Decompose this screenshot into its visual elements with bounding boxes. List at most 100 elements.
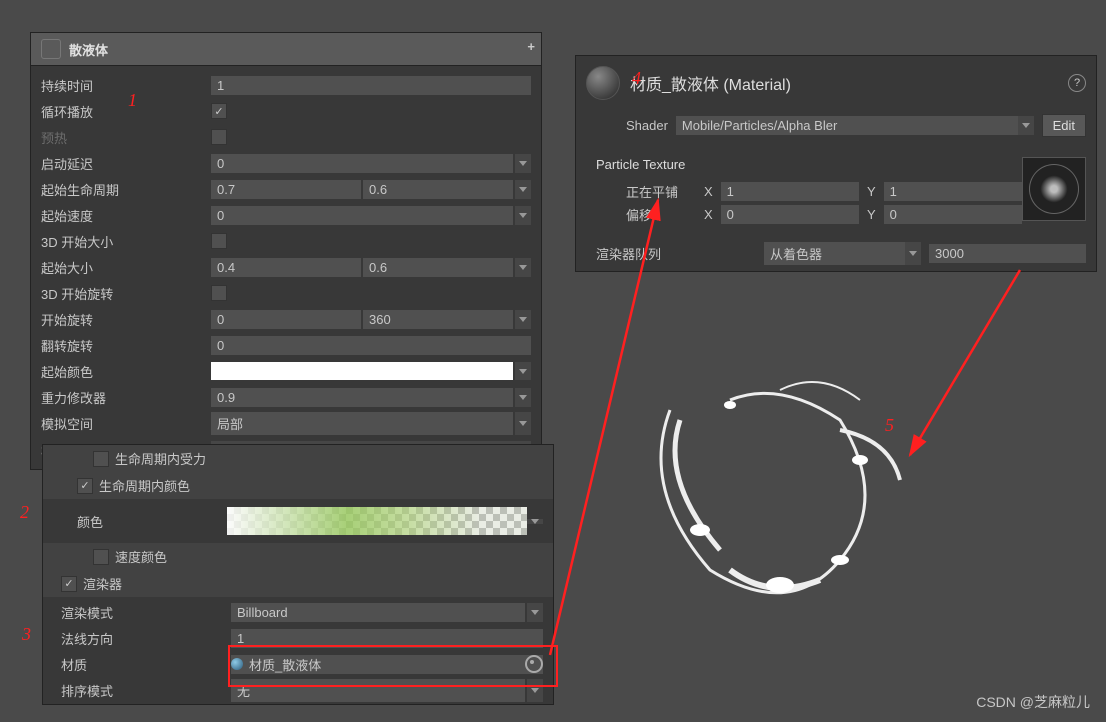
- row-loop: 循环播放: [31, 98, 541, 124]
- gradient-editor[interactable]: [227, 507, 527, 535]
- field-lifetime-a[interactable]: 0.7: [211, 180, 361, 199]
- checkbox-prewarm: [211, 129, 227, 145]
- help-icon[interactable]: ?: [1068, 74, 1086, 92]
- label-normal: 法线方向: [61, 629, 231, 648]
- label-size3d: 3D 开始大小: [41, 232, 211, 251]
- dropdown-arrow-icon[interactable]: [515, 154, 531, 173]
- dropdown-arrow-icon[interactable]: [515, 412, 531, 435]
- field-off-y[interactable]: 0: [884, 205, 1022, 224]
- shader-row: Shader Mobile/Particles/Alpha Bler Edit: [576, 110, 1096, 147]
- panel-header[interactable]: 散液体 +: [31, 33, 541, 66]
- material-header[interactable]: 材质_散液体 (Material) ?: [576, 56, 1096, 110]
- field-duration[interactable]: 1: [211, 76, 531, 95]
- large-texture-preview: [580, 330, 960, 630]
- row-gradient: 颜色: [43, 499, 553, 543]
- label-material: 材质: [61, 655, 231, 674]
- section-color-over-life[interactable]: 生命周期内颜色: [43, 472, 553, 499]
- material-panel: 材质_散液体 (Material) ? Shader Mobile/Partic…: [575, 55, 1097, 272]
- particle-panel: 散液体 + 持续时间 1 循环播放 预热 启动延迟 0 起始生命周期 0.7 0…: [30, 32, 542, 470]
- field-tile-y[interactable]: 1: [884, 182, 1022, 201]
- dropdown-arrow-icon[interactable]: [905, 242, 921, 265]
- checkbox-force[interactable]: [93, 451, 109, 467]
- dropdown-arrow-icon[interactable]: [515, 180, 531, 199]
- label-lifetime: 起始生命周期: [41, 180, 211, 199]
- checkbox-rot3d[interactable]: [211, 285, 227, 301]
- section-color-by-speed[interactable]: 速度颜色: [43, 543, 553, 570]
- dropdown-arrow-icon[interactable]: [527, 603, 543, 622]
- dropdown-arrow-icon[interactable]: [515, 362, 531, 380]
- dropdown-arrow-icon[interactable]: [527, 519, 543, 524]
- field-material[interactable]: 材质_散液体: [231, 655, 543, 674]
- label-delay: 启动延迟: [41, 154, 211, 173]
- material-preview-icon: [586, 66, 620, 100]
- section-speedcolor-label: 速度颜色: [115, 547, 167, 566]
- field-rendermode[interactable]: Billboard: [231, 603, 525, 622]
- row-size3d: 3D 开始大小: [31, 228, 541, 254]
- row-rendermode: 渲染模式 Billboard: [43, 599, 553, 625]
- dropdown-arrow-icon[interactable]: [527, 679, 543, 702]
- shader-dropdown[interactable]: Mobile/Particles/Alpha Bler: [676, 116, 1034, 135]
- field-sort[interactable]: 无: [231, 679, 525, 702]
- field-size-b[interactable]: 0.6: [363, 258, 513, 277]
- field-lifetime-b[interactable]: 0.6: [363, 180, 513, 199]
- dropdown-arrow-icon[interactable]: [1018, 116, 1034, 135]
- dropdown-arrow-icon[interactable]: [515, 310, 531, 329]
- field-simspace[interactable]: 局部: [211, 412, 513, 435]
- label-flip: 翻转旋转: [41, 336, 211, 355]
- texture-section-label: Particle Texture: [596, 157, 1022, 172]
- checkbox-size3d[interactable]: [211, 233, 227, 249]
- dropdown-arrow-icon[interactable]: [515, 206, 531, 225]
- section-renderer[interactable]: 渲染器: [43, 570, 553, 597]
- label-duration: 持续时间: [41, 76, 211, 95]
- material-icon: [231, 658, 243, 670]
- edit-button[interactable]: Edit: [1042, 114, 1086, 137]
- label-size: 起始大小: [41, 258, 211, 277]
- texture-thumbnail[interactable]: [1022, 157, 1086, 221]
- shader-label: Shader: [626, 118, 668, 133]
- row-delay: 启动延迟 0: [31, 150, 541, 176]
- section-force[interactable]: 生命周期内受力: [43, 445, 553, 472]
- label-loop: 循环播放: [41, 102, 211, 121]
- particle-icon: [41, 39, 61, 59]
- field-normal[interactable]: 1: [231, 629, 543, 648]
- label-color: 起始颜色: [41, 362, 211, 381]
- color-swatch[interactable]: [211, 362, 513, 380]
- object-picker-icon[interactable]: [525, 655, 543, 673]
- field-size-a[interactable]: 0.4: [211, 258, 361, 277]
- add-icon[interactable]: +: [527, 39, 535, 54]
- row-lifetime: 起始生命周期 0.7 0.6: [31, 176, 541, 202]
- label-simspace: 模拟空间: [41, 414, 211, 433]
- row-color: 起始颜色: [31, 358, 541, 384]
- section-renderer-label: 渲染器: [83, 574, 122, 593]
- field-rot-b[interactable]: 360: [363, 310, 513, 329]
- queue-val[interactable]: 3000: [929, 244, 1086, 263]
- y-label: Y: [867, 207, 876, 222]
- field-tile-x[interactable]: 1: [721, 182, 859, 201]
- row-rot: 开始旋转 0 360: [31, 306, 541, 332]
- field-off-x[interactable]: 0: [721, 205, 859, 224]
- field-rot-a[interactable]: 0: [211, 310, 361, 329]
- row-simspace: 模拟空间 局部: [31, 410, 541, 437]
- checkbox-speedcolor[interactable]: [93, 549, 109, 565]
- dropdown-arrow-icon[interactable]: [515, 388, 531, 407]
- annotation-3: 3: [22, 624, 31, 645]
- field-gravity[interactable]: 0.9: [211, 388, 513, 407]
- annotation-1: 1: [128, 90, 137, 111]
- row-normal: 法线方向 1: [43, 625, 553, 651]
- field-delay[interactable]: 0: [211, 154, 513, 173]
- checkbox-renderer[interactable]: [61, 576, 77, 592]
- field-speed[interactable]: 0: [211, 206, 513, 225]
- modules-panel: 生命周期内受力 生命周期内颜色 颜色 速度颜色 渲染器 渲染模式 Billboa…: [42, 444, 554, 705]
- queue-src[interactable]: 从着色器: [764, 242, 921, 265]
- x-label: X: [704, 184, 713, 199]
- section-col-label: 生命周期内颜色: [99, 476, 190, 495]
- x-label: X: [704, 207, 713, 222]
- field-flip[interactable]: 0: [211, 336, 531, 355]
- label-gravity: 重力修改器: [41, 388, 211, 407]
- checkbox-col[interactable]: [77, 478, 93, 494]
- dropdown-arrow-icon[interactable]: [515, 258, 531, 277]
- label-gradient: 颜色: [77, 512, 227, 531]
- checkbox-loop[interactable]: [211, 103, 227, 119]
- row-rot3d: 3D 开始旋转: [31, 280, 541, 306]
- label-rot: 开始旋转: [41, 310, 211, 329]
